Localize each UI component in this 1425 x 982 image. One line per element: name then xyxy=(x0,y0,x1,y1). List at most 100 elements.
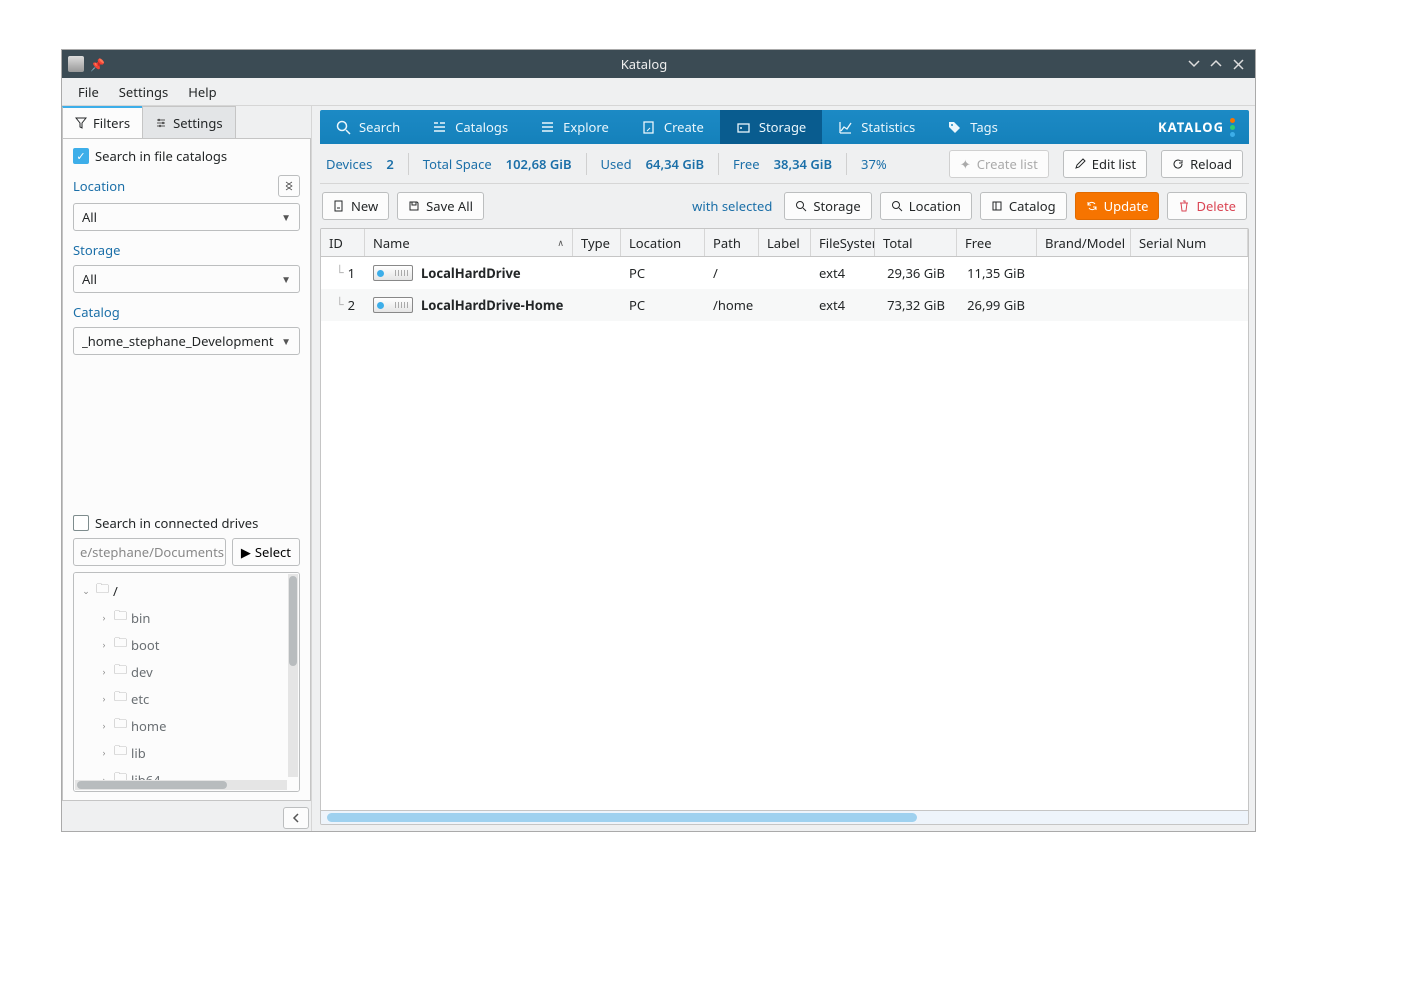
column-header[interactable]: Brand/Model xyxy=(1037,229,1131,256)
menu-settings[interactable]: Settings xyxy=(109,79,178,105)
update-button[interactable]: Update xyxy=(1075,192,1160,220)
edit-list-button[interactable]: Edit list xyxy=(1063,150,1147,178)
menu-help[interactable]: Help xyxy=(178,79,226,105)
storage-combo[interactable]: All ▼ xyxy=(73,265,300,293)
sidebar-tab-filters[interactable]: Filters xyxy=(62,106,143,138)
expand-icon[interactable]: › xyxy=(98,665,110,678)
folder-tree[interactable]: ⌄🗀/ ›🗀bin›🗀boot›🗀dev›🗀etc›🗀home›🗀lib›🗀li… xyxy=(73,572,300,792)
tree-vscrollbar[interactable] xyxy=(288,574,298,777)
drive-icon xyxy=(373,297,413,313)
button-label: Create list xyxy=(977,155,1038,173)
expand-icon[interactable]: › xyxy=(98,746,110,759)
edit-icon xyxy=(1074,158,1086,170)
main-tab-catalogs[interactable]: Catalogs xyxy=(416,110,524,144)
chevron-down-icon: ▼ xyxy=(281,272,291,286)
folder-icon: 🗀 xyxy=(114,741,127,764)
search-in-catalogs-checkbox[interactable]: ✓ Search in file catalogs xyxy=(73,147,300,165)
column-header[interactable]: FileSystem xyxy=(811,229,875,256)
path-input[interactable]: e/stephane/Documents xyxy=(73,538,226,566)
checkbox-icon: ✓ xyxy=(73,148,89,164)
column-header[interactable]: ID xyxy=(321,229,365,256)
cell-filesystem: ext4 xyxy=(811,264,875,282)
reload-button[interactable]: Reload xyxy=(1161,150,1243,178)
tree-item[interactable]: ›🗀home xyxy=(76,712,297,739)
main-tab-tags[interactable]: Tags xyxy=(931,110,1014,144)
tree-label: etc xyxy=(131,690,149,708)
main-tab-create[interactable]: Create xyxy=(625,110,720,144)
column-label: FileSystem xyxy=(819,234,875,252)
location-combo[interactable]: All ▼ xyxy=(73,203,300,231)
sort-asc-icon: ∧ xyxy=(557,236,564,249)
tree-item[interactable]: ›🗀boot xyxy=(76,631,297,658)
tree-root[interactable]: ⌄🗀/ xyxy=(76,577,297,604)
button-label: Reload xyxy=(1190,155,1232,173)
window-title: Katalog xyxy=(105,55,1183,73)
tab-label: Tags xyxy=(970,118,998,136)
collapse-sidebar-button[interactable] xyxy=(283,807,309,829)
main-tab-explore[interactable]: Explore xyxy=(524,110,625,144)
pin-icon[interactable]: 📌 xyxy=(90,56,105,73)
cell-free: 26,99 GiB xyxy=(957,296,1037,314)
column-label: Free xyxy=(965,234,992,252)
cell-free: 11,35 GiB xyxy=(957,264,1037,282)
button-label: Catalog xyxy=(1009,197,1056,215)
new-icon xyxy=(333,200,345,212)
expand-icon[interactable]: › xyxy=(98,638,110,651)
tree-hscrollbar[interactable] xyxy=(75,780,287,790)
search-in-drives-checkbox[interactable]: Search in connected drives xyxy=(73,514,300,532)
cell-location: PC xyxy=(621,296,705,314)
close-button[interactable] xyxy=(1227,53,1249,75)
column-header[interactable]: Total xyxy=(875,229,957,256)
refresh-icon xyxy=(1086,200,1098,212)
expand-icon[interactable]: › xyxy=(98,719,110,732)
column-header[interactable]: Free xyxy=(957,229,1037,256)
maximize-button[interactable] xyxy=(1205,53,1227,75)
folder-icon: 🗀 xyxy=(114,606,127,629)
main-tab-search[interactable]: Search xyxy=(320,110,416,144)
table-row[interactable]: └2LocalHardDrive-HomePC/homeext473,32 Gi… xyxy=(321,289,1248,321)
chevron-down-icon: ▼ xyxy=(281,334,291,348)
total-space-label: Total Space xyxy=(423,155,492,173)
catalog-combo[interactable]: _home_stephane_Development ▼ xyxy=(73,327,300,355)
table-row[interactable]: └1LocalHardDrivePC/ext429,36 GiB11,35 Gi… xyxy=(321,257,1248,289)
tree-item[interactable]: ›🗀lib xyxy=(76,739,297,766)
save-icon xyxy=(408,200,420,212)
column-label: Brand/Model xyxy=(1045,234,1125,252)
tree-item[interactable]: ›🗀etc xyxy=(76,685,297,712)
tree-item[interactable]: › 🗀bin xyxy=(76,604,297,631)
menu-file[interactable]: File xyxy=(68,79,109,105)
cell-id: └1 xyxy=(321,264,365,282)
main-tab-statistics[interactable]: Statistics xyxy=(822,110,931,144)
action-row: New Save All with selected Storage Locat… xyxy=(320,184,1249,228)
catalog-button[interactable]: Catalog xyxy=(980,192,1067,220)
tree-label: bin xyxy=(131,609,150,627)
filter-icon xyxy=(75,117,87,129)
location-button[interactable]: Location xyxy=(880,192,972,220)
sidebar-tab-label: Settings xyxy=(173,114,222,132)
sliders-icon xyxy=(155,117,167,129)
new-button[interactable]: New xyxy=(322,192,389,220)
sidebar-tab-settings[interactable]: Settings xyxy=(142,106,235,138)
column-label: Location xyxy=(629,234,681,252)
column-header[interactable]: Type xyxy=(573,229,621,256)
select-path-button[interactable]: ▶ Select xyxy=(232,538,300,566)
cell-total: 73,32 GiB xyxy=(875,296,957,314)
minimize-button[interactable] xyxy=(1183,53,1205,75)
column-header[interactable]: Path xyxy=(705,229,759,256)
column-header[interactable]: Label xyxy=(759,229,811,256)
table-hscrollbar[interactable] xyxy=(321,810,1248,824)
storage-button[interactable]: Storage xyxy=(784,192,871,220)
storage-label: Storage xyxy=(73,241,300,259)
column-header[interactable]: Name∧ xyxy=(365,229,573,256)
save-all-button[interactable]: Save All xyxy=(397,192,484,220)
expand-icon[interactable]: › xyxy=(98,611,110,624)
column-header[interactable]: Serial Num xyxy=(1131,229,1248,256)
location-reset-button[interactable] xyxy=(278,175,300,197)
main-tab-storage[interactable]: Storage xyxy=(720,110,822,144)
delete-button[interactable]: Delete xyxy=(1167,192,1247,220)
tree-item[interactable]: ›🗀dev xyxy=(76,658,297,685)
catalog-label: Catalog xyxy=(73,303,300,321)
expand-icon[interactable]: › xyxy=(98,692,110,705)
collapse-icon[interactable]: ⌄ xyxy=(80,584,92,597)
column-header[interactable]: Location xyxy=(621,229,705,256)
